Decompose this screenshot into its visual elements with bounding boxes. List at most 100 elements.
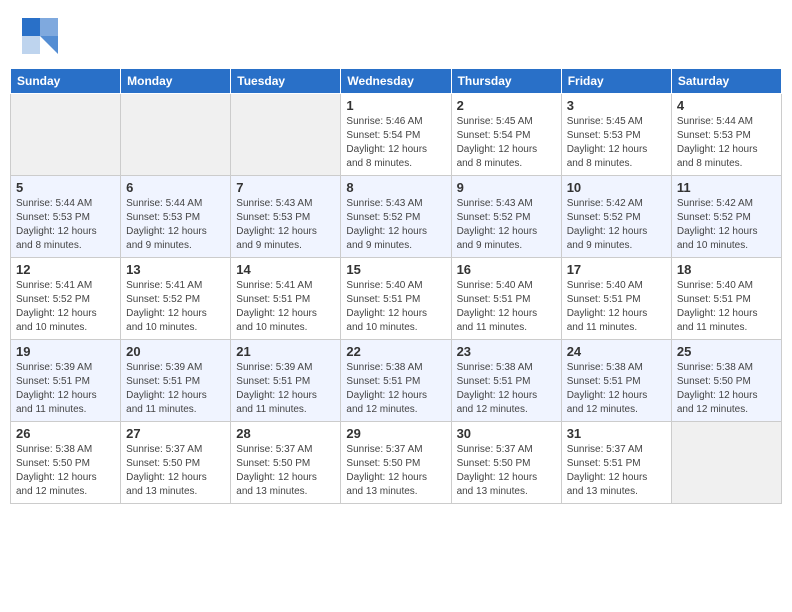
calendar-week-5: 26 Sunrise: 5:38 AM Sunset: 5:50 PM Dayli… (11, 422, 782, 504)
day-number: 30 (457, 426, 556, 441)
day-info: Sunrise: 5:40 AM Sunset: 5:51 PM Dayligh… (346, 279, 445, 335)
weekday-header-row: SundayMondayTuesdayWednesdayThursdayFrid… (11, 69, 782, 94)
calendar-cell: 9Sunrise: 5:43 AM Sunset: 5:52 PM Daylig… (451, 176, 561, 258)
calendar-cell: 7Sunrise: 5:43 AM Sunset: 5:53 PM Daylig… (231, 176, 341, 258)
calendar-cell: 19 Sunrise: 5:39 AM Sunset: 5:51 PM Dayli… (11, 340, 121, 422)
day-number: 19 (16, 344, 115, 359)
calendar-cell: 8 Sunrise: 5:43 AM Sunset: 5:52 PM Daylig… (341, 176, 451, 258)
weekday-header-friday: Friday (561, 69, 671, 94)
calendar-cell: 25Sunrise: 5:38 AM Sunset: 5:50 PM Dayli… (671, 340, 781, 422)
calendar-cell: 6 Sunrise: 5:44 AM Sunset: 5:53 PM Daylig… (121, 176, 231, 258)
calendar-cell: 17 Sunrise: 5:40 AM Sunset: 5:51 PM Dayli… (561, 258, 671, 340)
calendar-cell: 27 Sunrise: 5:37 AM Sunset: 5:50 PM Dayli… (121, 422, 231, 504)
day-number: 14 (236, 262, 335, 277)
day-number: 12 (16, 262, 115, 277)
day-number: 9 (457, 180, 556, 195)
day-info: Sunrise: 5:37 AM Sunset: 5:50 PM Dayligh… (236, 443, 335, 499)
day-info: Sunrise: 5:43 AM Sunset: 5:52 PM Dayligh… (346, 197, 445, 253)
weekday-header-sunday: Sunday (11, 69, 121, 94)
weekday-header-thursday: Thursday (451, 69, 561, 94)
day-number: 15 (346, 262, 445, 277)
day-info: Sunrise: 5:41 AM Sunset: 5:52 PM Dayligh… (16, 279, 115, 335)
day-info: Sunrise: 5:39 AM Sunset: 5:51 PM Dayligh… (126, 361, 225, 417)
day-number: 23 (457, 344, 556, 359)
calendar-cell: 1 Sunrise: 5:46 AM Sunset: 5:54 PM Daylig… (341, 94, 451, 176)
day-info: Sunrise: 5:42 AM Sunset: 5:52 PM Dayligh… (677, 197, 776, 253)
day-info: Sunrise: 5:40 AM Sunset: 5:51 PM Dayligh… (567, 279, 666, 335)
calendar-cell: 4Sunrise: 5:44 AM Sunset: 5:53 PM Daylig… (671, 94, 781, 176)
day-number: 20 (126, 344, 225, 359)
day-number: 28 (236, 426, 335, 441)
day-number: 18 (677, 262, 776, 277)
calendar-cell: 16 Sunrise: 5:40 AM Sunset: 5:51 PM Dayli… (451, 258, 561, 340)
day-number: 16 (457, 262, 556, 277)
calendar-cell: 3 Sunrise: 5:45 AM Sunset: 5:53 PM Daylig… (561, 94, 671, 176)
day-info: Sunrise: 5:44 AM Sunset: 5:53 PM Dayligh… (16, 197, 115, 253)
day-number: 17 (567, 262, 666, 277)
day-number: 10 (567, 180, 666, 195)
calendar-cell: 18 Sunrise: 5:40 AM Sunset: 5:51 PM Dayli… (671, 258, 781, 340)
day-info: Sunrise: 5:46 AM Sunset: 5:54 PM Dayligh… (346, 115, 445, 171)
weekday-header-wednesday: Wednesday (341, 69, 451, 94)
day-number: 22 (346, 344, 445, 359)
calendar-cell: 23 Sunrise: 5:38 AM Sunset: 5:51 PM Dayli… (451, 340, 561, 422)
day-info: Sunrise: 5:39 AM Sunset: 5:51 PM Dayligh… (16, 361, 115, 417)
day-info: Sunrise: 5:41 AM Sunset: 5:52 PM Dayligh… (126, 279, 225, 335)
day-info: Sunrise: 5:39 AM Sunset: 5:51 PM Dayligh… (236, 361, 335, 417)
calendar-cell: 11 Sunrise: 5:42 AM Sunset: 5:52 PM Dayli… (671, 176, 781, 258)
day-info: Sunrise: 5:38 AM Sunset: 5:50 PM Dayligh… (16, 443, 115, 499)
day-info: Sunrise: 5:38 AM Sunset: 5:51 PM Dayligh… (567, 361, 666, 417)
day-number: 1 (346, 98, 445, 113)
weekday-header-saturday: Saturday (671, 69, 781, 94)
calendar-cell: 5 Sunrise: 5:44 AM Sunset: 5:53 PM Daylig… (11, 176, 121, 258)
day-info: Sunrise: 5:44 AM Sunset: 5:53 PM Dayligh… (677, 115, 776, 171)
calendar-week-3: 12 Sunrise: 5:41 AM Sunset: 5:52 PM Dayli… (11, 258, 782, 340)
calendar-cell (121, 94, 231, 176)
day-info: Sunrise: 5:37 AM Sunset: 5:50 PM Dayligh… (126, 443, 225, 499)
calendar-cell: 31Sunrise: 5:37 AM Sunset: 5:51 PM Dayli… (561, 422, 671, 504)
day-info: Sunrise: 5:40 AM Sunset: 5:51 PM Dayligh… (677, 279, 776, 335)
logo-icon (22, 18, 58, 54)
page-header (10, 10, 782, 58)
calendar-cell: 20 Sunrise: 5:39 AM Sunset: 5:51 PM Dayli… (121, 340, 231, 422)
day-number: 26 (16, 426, 115, 441)
day-info: Sunrise: 5:38 AM Sunset: 5:51 PM Dayligh… (457, 361, 556, 417)
day-number: 21 (236, 344, 335, 359)
day-info: Sunrise: 5:44 AM Sunset: 5:53 PM Dayligh… (126, 197, 225, 253)
calendar-cell: 15 Sunrise: 5:40 AM Sunset: 5:51 PM Dayli… (341, 258, 451, 340)
logo (22, 18, 62, 54)
calendar-week-4: 19 Sunrise: 5:39 AM Sunset: 5:51 PM Dayli… (11, 340, 782, 422)
day-number: 24 (567, 344, 666, 359)
calendar-cell (671, 422, 781, 504)
calendar-cell (231, 94, 341, 176)
day-number: 8 (346, 180, 445, 195)
calendar-cell: 26 Sunrise: 5:38 AM Sunset: 5:50 PM Dayli… (11, 422, 121, 504)
weekday-header-monday: Monday (121, 69, 231, 94)
day-info: Sunrise: 5:40 AM Sunset: 5:51 PM Dayligh… (457, 279, 556, 335)
day-number: 27 (126, 426, 225, 441)
calendar-cell: 21 Sunrise: 5:39 AM Sunset: 5:51 PM Dayli… (231, 340, 341, 422)
day-number: 11 (677, 180, 776, 195)
calendar-cell: 30 Sunrise: 5:37 AM Sunset: 5:50 PM Dayli… (451, 422, 561, 504)
day-info: Sunrise: 5:37 AM Sunset: 5:50 PM Dayligh… (457, 443, 556, 499)
day-info: Sunrise: 5:45 AM Sunset: 5:53 PM Dayligh… (567, 115, 666, 171)
calendar-week-1: 1 Sunrise: 5:46 AM Sunset: 5:54 PM Daylig… (11, 94, 782, 176)
day-info: Sunrise: 5:38 AM Sunset: 5:51 PM Dayligh… (346, 361, 445, 417)
day-info: Sunrise: 5:38 AM Sunset: 5:50 PM Dayligh… (677, 361, 776, 417)
day-info: Sunrise: 5:37 AM Sunset: 5:51 PM Dayligh… (567, 443, 666, 499)
day-number: 6 (126, 180, 225, 195)
calendar-cell: 2 Sunrise: 5:45 AM Sunset: 5:54 PM Daylig… (451, 94, 561, 176)
calendar-cell: 10 Sunrise: 5:42 AM Sunset: 5:52 PM Dayli… (561, 176, 671, 258)
day-info: Sunrise: 5:42 AM Sunset: 5:52 PM Dayligh… (567, 197, 666, 253)
day-number: 3 (567, 98, 666, 113)
weekday-header-tuesday: Tuesday (231, 69, 341, 94)
day-info: Sunrise: 5:45 AM Sunset: 5:54 PM Dayligh… (457, 115, 556, 171)
calendar-week-2: 5 Sunrise: 5:44 AM Sunset: 5:53 PM Daylig… (11, 176, 782, 258)
calendar-cell: 14 Sunrise: 5:41 AM Sunset: 5:51 PM Dayli… (231, 258, 341, 340)
calendar-cell: 29Sunrise: 5:37 AM Sunset: 5:50 PM Dayli… (341, 422, 451, 504)
day-info: Sunrise: 5:41 AM Sunset: 5:51 PM Dayligh… (236, 279, 335, 335)
day-number: 2 (457, 98, 556, 113)
day-number: 7 (236, 180, 335, 195)
day-info: Sunrise: 5:37 AM Sunset: 5:50 PM Dayligh… (346, 443, 445, 499)
day-number: 5 (16, 180, 115, 195)
